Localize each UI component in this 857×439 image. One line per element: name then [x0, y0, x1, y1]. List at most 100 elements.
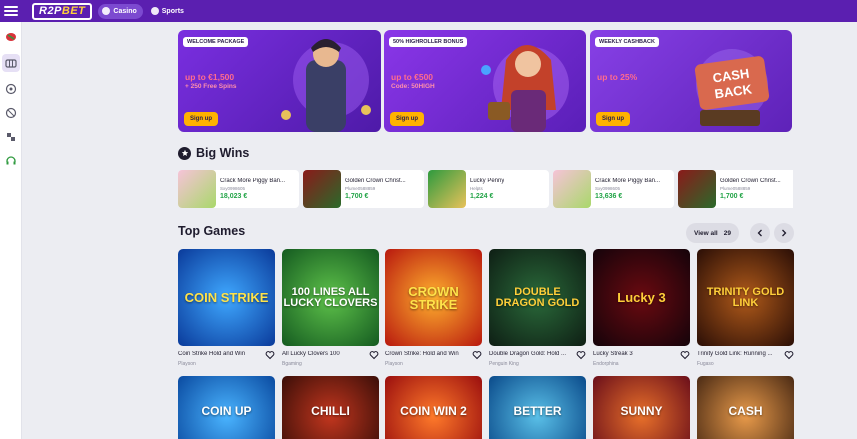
- rail-item-promo[interactable]: [4, 30, 18, 44]
- promo-welcome[interactable]: WELCOME PACKAGE up to €1,500 + 250 Free …: [178, 30, 381, 132]
- logo-text-accent: BET: [61, 4, 86, 17]
- game-tile[interactable]: CROWN STRIKE: [385, 249, 482, 346]
- game-tile[interactable]: COIN WIN 2: [385, 376, 482, 439]
- game-thumb: [678, 170, 716, 208]
- game-thumb: [303, 170, 341, 208]
- bigwin-item[interactable]: Crack More Piggy Ban... Sxy0998605 18,023 …: [178, 170, 299, 208]
- rail-item-sports[interactable]: [4, 106, 18, 120]
- cashback-sign-art: CASH BACK: [694, 49, 770, 126]
- heart-icon[interactable]: [784, 350, 794, 360]
- logo-text: R2P: [39, 4, 62, 17]
- game-art-label: COIN UP: [201, 404, 252, 418]
- game-art-label: CASH: [728, 404, 763, 418]
- topgames-title: Top Games: [178, 224, 246, 238]
- bigwins-list: Crack More Piggy Ban... Sxy0998605 18,023 …: [178, 170, 793, 208]
- bigwin-item[interactable]: Golden Crown Christ... Plume0588859 1,700 …: [678, 170, 793, 208]
- game-card[interactable]: CROWN STRIKE Crown Strike: Hold and Win …: [385, 249, 482, 367]
- game-art-label: BETTER: [513, 404, 562, 418]
- bigwin-amount: 1,700 €: [345, 193, 369, 200]
- game-card[interactable]: DOUBLE DRAGON GOLD Double Dragon Gold: H…: [489, 249, 586, 367]
- game-name: Trinity Gold Link: Running ...: [697, 351, 773, 357]
- game-thumb: [178, 170, 216, 208]
- heart-icon[interactable]: [680, 350, 690, 360]
- game-provider: Endorphina: [593, 361, 619, 367]
- promo-hero-art: [281, 39, 371, 132]
- site-logo[interactable]: R2PBET: [32, 2, 93, 20]
- game-tile[interactable]: CHILLI: [282, 376, 379, 439]
- rail-item-games[interactable]: [4, 130, 18, 144]
- bigwin-amount: 1,700 €: [720, 193, 744, 200]
- bigwin-amount: 1,224 €: [470, 193, 494, 200]
- game-card[interactable]: 100 LINES ALL LUCKY CLOVERS All Lucky Cl…: [282, 249, 379, 367]
- bigwin-amount: 13,636 €: [595, 193, 623, 200]
- signup-button[interactable]: Sign up: [596, 112, 630, 126]
- game-tile[interactable]: BETTER: [489, 376, 586, 439]
- game-provider: Playson: [385, 361, 403, 367]
- sports-icon: [150, 7, 159, 15]
- game-art-label: 100 LINES ALL LUCKY CLOVERS: [283, 285, 378, 309]
- heart-icon[interactable]: [576, 350, 586, 360]
- game-provider: Fugaso: [697, 361, 714, 367]
- view-all-count: 29: [723, 229, 731, 237]
- bigwin-game: Lucky Penny: [470, 178, 505, 184]
- prev-button[interactable]: [750, 223, 770, 243]
- game-tile[interactable]: DOUBLE DRAGON GOLD: [489, 249, 586, 346]
- game-thumb: [553, 170, 591, 208]
- rail-item-live[interactable]: [4, 82, 18, 96]
- game-tile[interactable]: 100 LINES ALL LUCKY CLOVERS: [282, 249, 379, 346]
- game-tile[interactable]: TRINITY GOLD LINK: [697, 249, 794, 346]
- game-name: Coin Strike Hold and Win: [178, 351, 246, 357]
- promo-tag: WEEKLY CASHBACK: [595, 37, 659, 47]
- bigwin-item[interactable]: Golden Crown Christ... Plume0588859 1,700 …: [303, 170, 424, 208]
- bigwin-item[interactable]: Lucky Penny Helpts 1,224 €: [428, 170, 549, 208]
- game-name: Double Dragon Gold: Hold ...: [489, 351, 567, 357]
- view-all-button[interactable]: View all 29: [686, 223, 739, 243]
- game-art-label: CROWN STRIKE: [408, 283, 459, 312]
- tab-casino[interactable]: Casino: [98, 3, 143, 19]
- game-tile[interactable]: COIN UP: [178, 376, 275, 439]
- bigwin-game: Crack More Piggy Ban...: [595, 178, 661, 184]
- game-tile[interactable]: SUNNY: [593, 376, 690, 439]
- promo-sub: + 250 Free Spins: [185, 83, 237, 90]
- game-art-label: SUNNY: [620, 404, 663, 418]
- promo-heroine-art: [481, 45, 569, 132]
- puzzle-icon: [6, 133, 15, 141]
- promo-tag: WELCOME PACKAGE: [183, 37, 249, 47]
- ball-icon: [5, 107, 16, 119]
- tab-sports[interactable]: Sports: [147, 4, 190, 19]
- chevron-left-icon: [757, 229, 762, 237]
- bigwins-heading: Big Wins: [178, 146, 249, 160]
- bigwin-amount: 18,023 €: [220, 193, 248, 200]
- bigwin-game: Crack More Piggy Ban...: [220, 178, 286, 184]
- live-icon: [5, 83, 16, 95]
- promo-amount: up to €1,500: [185, 72, 235, 82]
- game-art-label: COIN STRIKE: [184, 290, 269, 305]
- game-card[interactable]: TRINITY GOLD LINK Trinity Gold Link: Run…: [697, 249, 794, 367]
- tab-sports-label: Sports: [161, 7, 184, 15]
- chili-icon: [5, 33, 16, 41]
- heart-icon[interactable]: [369, 350, 379, 360]
- game-art-label: TRINITY GOLD LINK: [706, 285, 785, 309]
- signup-button[interactable]: Sign up: [390, 112, 424, 126]
- promo-amount: up to 25%: [597, 72, 638, 82]
- promo-highroller[interactable]: 50% HIGHROLLER BONUS up to €500 Code: 50…: [384, 30, 586, 132]
- rail-item-casino[interactable]: [1, 54, 20, 72]
- game-tile[interactable]: CASH: [697, 376, 794, 439]
- game-card[interactable]: COIN STRIKE Coin Strike Hold and Win Pla…: [178, 249, 275, 367]
- game-name: All Lucky Clovers 100: [282, 351, 340, 357]
- signup-button[interactable]: Sign up: [184, 112, 218, 126]
- promo-amount: up to €500: [391, 72, 434, 82]
- menu-icon[interactable]: [4, 6, 18, 16]
- bigwin-item[interactable]: Crack More Piggy Ban... Sxy0998605 13,636 …: [553, 170, 674, 208]
- game-card[interactable]: Lucky 3 Lucky Streak 3 Endorphina: [593, 249, 690, 367]
- game-tile[interactable]: Lucky 3: [593, 249, 690, 346]
- next-button[interactable]: [774, 223, 794, 243]
- casino-icon: [102, 7, 111, 15]
- rail-item-support[interactable]: [4, 154, 18, 168]
- game-tile[interactable]: COIN STRIKE: [178, 249, 275, 346]
- heart-icon[interactable]: [265, 350, 275, 360]
- game-art-label: Lucky 3: [617, 290, 666, 305]
- sidebar-rail: [0, 22, 22, 439]
- promo-cashback[interactable]: CASH BACK WEEKLY CASHBACK up to 25% Sign…: [590, 30, 792, 132]
- heart-icon[interactable]: [472, 350, 482, 360]
